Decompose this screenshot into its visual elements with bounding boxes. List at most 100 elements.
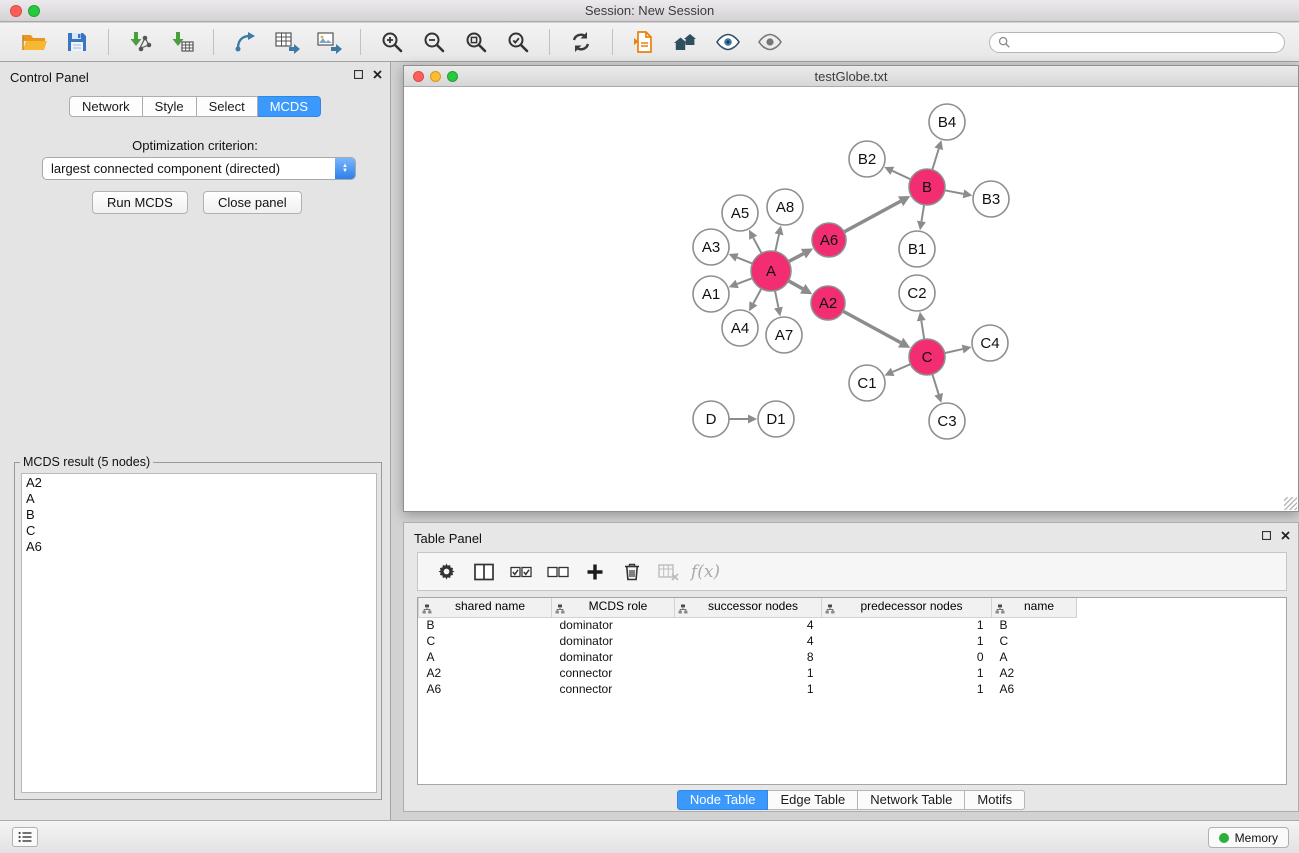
graph-edge-C-C2[interactable] xyxy=(921,321,924,340)
graph-edge-C-C4[interactable] xyxy=(945,349,963,353)
export-table-button[interactable] xyxy=(269,26,305,58)
run-mcds-button[interactable]: Run MCDS xyxy=(92,191,188,214)
column-header-name[interactable]: name xyxy=(992,598,1077,617)
deselect-all-button[interactable] xyxy=(539,557,576,587)
network-graph: B4B2BB3A5A8A6B1A3AC2A1A2A4A7C4CC1C3DD1 xyxy=(404,88,1298,511)
table-cell: B xyxy=(992,617,1077,633)
mcds-result-item[interactable]: A2 xyxy=(26,475,372,491)
show-column-button[interactable] xyxy=(465,557,502,587)
apply-layout-button[interactable] xyxy=(563,26,599,58)
table-panel: Table Panel xyxy=(403,522,1299,812)
graph-edge-B-B1[interactable] xyxy=(921,205,924,222)
table-row[interactable]: Adominator80A xyxy=(419,649,1077,665)
import-table-button[interactable] xyxy=(164,26,200,58)
graph-edge-A-A2[interactable] xyxy=(788,281,802,289)
style-preview-button[interactable] xyxy=(710,26,746,58)
table-cell: dominator xyxy=(552,617,675,633)
graph-edge-B-B3[interactable] xyxy=(945,190,964,194)
memory-button[interactable]: Memory xyxy=(1208,827,1289,848)
column-header-mcds-role[interactable]: MCDS role xyxy=(552,598,675,617)
zoom-out-button[interactable] xyxy=(416,26,452,58)
home-button[interactable] xyxy=(668,26,704,58)
add-row-button[interactable] xyxy=(576,557,613,587)
graph-node-label: A4 xyxy=(731,320,749,337)
mcds-result-item[interactable]: B xyxy=(26,507,372,523)
export-image-button[interactable] xyxy=(311,26,347,58)
import-network-button[interactable] xyxy=(122,26,158,58)
table-row[interactable]: A2connector11A2 xyxy=(419,665,1077,681)
zoom-in-button[interactable] xyxy=(374,26,410,58)
open-session-button[interactable] xyxy=(17,26,53,58)
select-all-button[interactable] xyxy=(502,557,539,587)
column-header-successor-nodes[interactable]: successor nodes xyxy=(675,598,822,617)
graph-edge-A2-C[interactable] xyxy=(843,311,901,342)
zoom-selected-button[interactable] xyxy=(500,26,536,58)
task-history-button[interactable] xyxy=(12,827,38,847)
resize-handle[interactable] xyxy=(1284,497,1297,510)
table-row[interactable]: A6connector11A6 xyxy=(419,681,1077,697)
save-session-button[interactable] xyxy=(59,26,95,58)
graph-edge-C-C3[interactable] xyxy=(932,374,938,394)
graph-edge-A-A4[interactable] xyxy=(753,289,761,304)
column-header-predecessor-nodes[interactable]: predecessor nodes xyxy=(822,598,992,617)
delete-row-button[interactable] xyxy=(613,557,650,587)
table-row[interactable]: Bdominator41B xyxy=(419,617,1077,633)
table-cell: dominator xyxy=(552,649,675,665)
graph-edge-A-A5[interactable] xyxy=(753,238,761,254)
table-row[interactable]: Cdominator41C xyxy=(419,633,1077,649)
mcds-result-item[interactable]: A xyxy=(26,491,372,507)
mcds-result-box: MCDS result (5 nodes) A2ABCA6 xyxy=(14,462,382,800)
graph-node-label: A8 xyxy=(776,199,794,216)
session-document-button[interactable] xyxy=(626,26,662,58)
criterion-dropdown[interactable]: largest connected component (directed) ▲… xyxy=(42,157,356,180)
graph-edge-A-A8[interactable] xyxy=(775,234,779,251)
graph-edge-A6-B[interactable] xyxy=(844,201,901,232)
hide-button[interactable] xyxy=(752,26,788,58)
zoom-network-window-button[interactable] xyxy=(447,71,458,82)
table-settings-button[interactable] xyxy=(428,557,465,587)
search-input[interactable] xyxy=(1014,34,1276,50)
titlebar: Session: New Session xyxy=(0,0,1299,22)
tab-motifs[interactable]: Motifs xyxy=(965,790,1025,810)
float-panel-icon[interactable] xyxy=(354,70,363,79)
tab-edge-table[interactable]: Edge Table xyxy=(768,790,858,810)
graph-edge-A-A3[interactable] xyxy=(737,257,752,263)
zoom-fit-button[interactable] xyxy=(458,26,494,58)
table-cell: 1 xyxy=(822,617,992,633)
graph-edge-B-B2[interactable] xyxy=(892,171,910,180)
float-panel-icon[interactable] xyxy=(1262,531,1271,540)
search-field[interactable] xyxy=(989,32,1285,53)
column-attribute-icon xyxy=(995,602,1005,616)
zoom-window-button[interactable] xyxy=(28,5,40,17)
tab-select[interactable]: Select xyxy=(197,96,258,117)
graph-edge-C-C1[interactable] xyxy=(893,364,911,372)
column-header-shared-name[interactable]: shared name xyxy=(419,598,552,617)
column-header-label: predecessor nodes xyxy=(860,599,962,613)
import-table-icon xyxy=(169,30,195,54)
tab-node-table[interactable]: Node Table xyxy=(677,790,769,810)
mcds-result-item[interactable]: C xyxy=(26,523,372,539)
mcds-result-item[interactable]: A6 xyxy=(26,539,372,555)
graph-edge-A-A1[interactable] xyxy=(737,278,752,284)
close-panel-button[interactable]: Close panel xyxy=(203,191,302,214)
tab-network-table[interactable]: Network Table xyxy=(858,790,965,810)
graph-edge-A-A7[interactable] xyxy=(775,291,778,308)
graph-edge-B-B4[interactable] xyxy=(932,149,938,170)
graph-node-label: B xyxy=(922,179,932,196)
close-panel-icon[interactable] xyxy=(373,70,382,79)
export-network-button[interactable] xyxy=(227,26,263,58)
tab-network[interactable]: Network xyxy=(69,96,143,117)
network-window-titlebar[interactable]: testGlobe.txt xyxy=(404,66,1298,87)
close-network-window-button[interactable] xyxy=(413,71,424,82)
table-cell: A2 xyxy=(992,665,1077,681)
graph-edge-A-A6[interactable] xyxy=(789,254,804,262)
network-canvas[interactable]: B4B2BB3A5A8A6B1A3AC2A1A2A4A7C4CC1C3DD1 xyxy=(404,88,1298,511)
node-table[interactable]: shared nameMCDS rolesuccessor nodes prede… xyxy=(417,597,1287,785)
tab-mcds[interactable]: MCDS xyxy=(258,96,321,117)
tab-style[interactable]: Style xyxy=(143,96,197,117)
close-window-button[interactable] xyxy=(10,5,22,17)
mcds-result-list[interactable]: A2ABCA6 xyxy=(21,473,377,793)
close-panel-icon[interactable] xyxy=(1281,531,1290,540)
table-cell: 1 xyxy=(675,665,822,681)
minimize-network-window-button[interactable] xyxy=(430,71,441,82)
